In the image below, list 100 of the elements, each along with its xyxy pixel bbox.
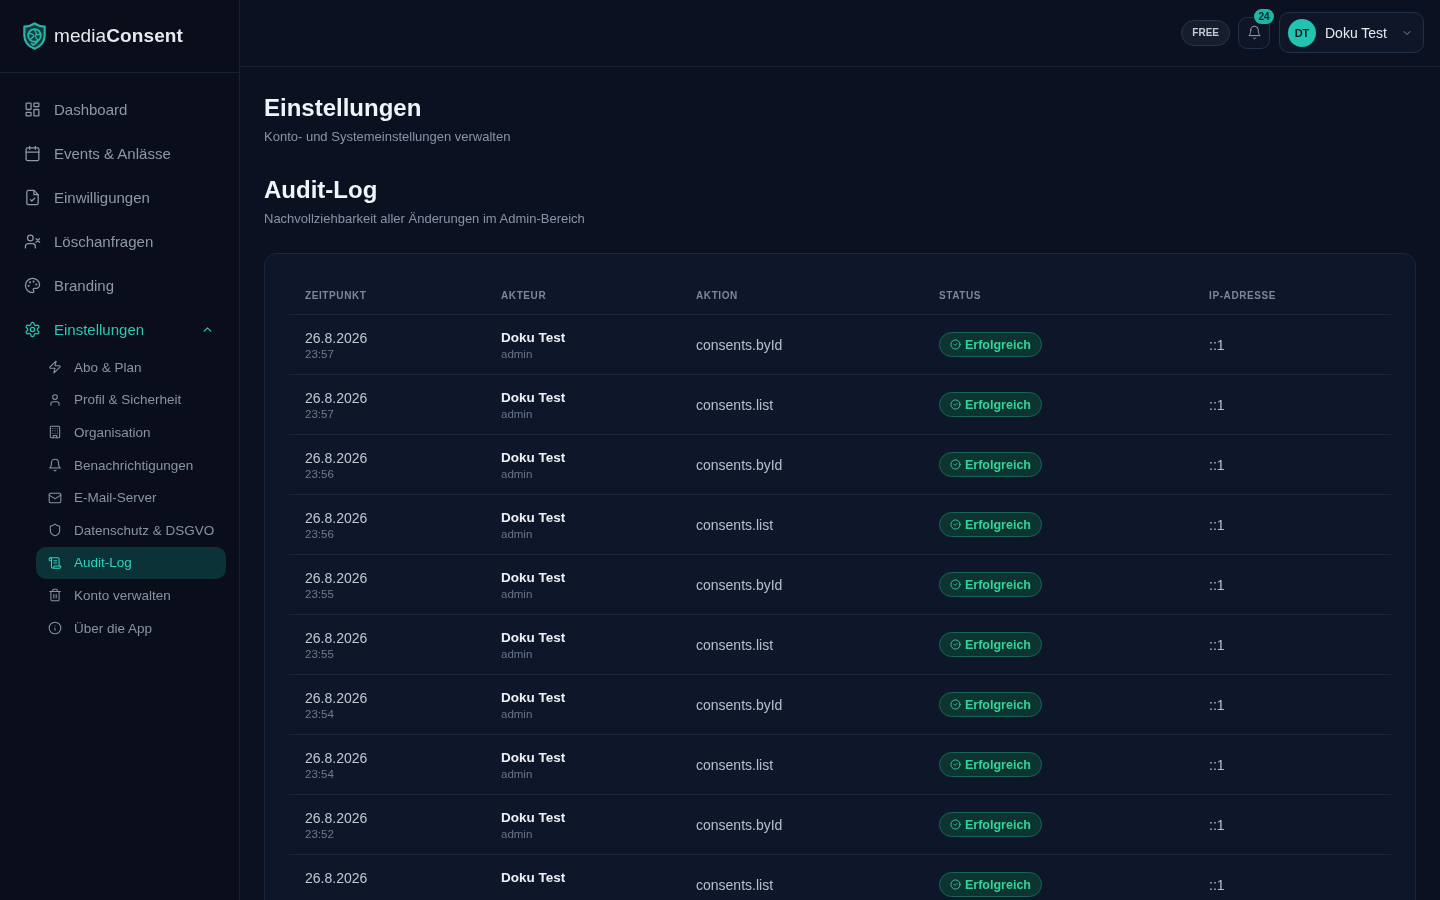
info-icon bbox=[48, 621, 62, 636]
nav-item[interactable]: Löschanfragen bbox=[0, 219, 239, 263]
sub-nav-item[interactable]: Datenschutz & DSGVO bbox=[36, 513, 226, 547]
time-text: 23:55 bbox=[305, 586, 334, 601]
date-text: 26.8.2026 bbox=[305, 448, 368, 467]
column-header: IP-ADRESSE bbox=[1208, 288, 1278, 303]
nav-item[interactable]: Branding bbox=[0, 263, 239, 307]
action-text: consents.byId bbox=[696, 336, 783, 353]
nav-item[interactable]: Einstellungen bbox=[0, 307, 239, 351]
time-text: 23:57 bbox=[305, 346, 334, 361]
actor-name: Doku Test bbox=[501, 748, 566, 767]
ip-address: ::1 bbox=[1209, 636, 1225, 653]
section-subtitle: Nachvollziehbarkeit aller Änderungen im Admin-Bereich bbox=[264, 211, 586, 227]
actor-role: admin bbox=[501, 646, 533, 661]
actor-role: admin bbox=[501, 466, 533, 481]
action-text: consents.byId bbox=[696, 576, 783, 593]
sub-nav-item[interactable]: Organisation bbox=[36, 416, 226, 449]
status-label: Erfolgreich bbox=[965, 397, 1031, 412]
status-label: Erfolgreich bbox=[965, 577, 1031, 592]
status-label: Erfolgreich bbox=[965, 457, 1031, 472]
document-check-icon bbox=[24, 188, 41, 206]
avatar: DT bbox=[1288, 18, 1316, 47]
actor-role: admin bbox=[501, 706, 533, 721]
actor-name: Doku Test bbox=[501, 328, 566, 347]
time-text: 23:54 bbox=[305, 766, 334, 781]
actor-name: Doku Test bbox=[501, 868, 566, 887]
logo-text: mediaConsent bbox=[54, 25, 183, 47]
actor-role: admin bbox=[501, 526, 533, 541]
check-circle-icon bbox=[950, 519, 961, 530]
nav-item[interactable]: Events & Anlässe bbox=[0, 131, 239, 175]
nav-item[interactable]: Einwilligungen bbox=[0, 175, 239, 219]
action-text: consents.list bbox=[696, 876, 774, 893]
ip-address: ::1 bbox=[1209, 576, 1225, 593]
sub-nav-item[interactable]: Abo & Plan bbox=[36, 351, 226, 384]
ip-address: ::1 bbox=[1209, 516, 1225, 533]
calendar-icon bbox=[24, 144, 41, 162]
time-text: 23:56 bbox=[305, 466, 334, 481]
date-text: 26.8.2026 bbox=[305, 388, 368, 407]
building-icon bbox=[48, 425, 62, 440]
column-header: AKTION bbox=[695, 288, 739, 303]
sub-nav-item[interactable]: Benachrichtigungen bbox=[36, 448, 226, 482]
time-text: 23:56 bbox=[305, 526, 334, 541]
sub-nav-item[interactable]: E-Mail-Server bbox=[36, 481, 226, 514]
column-header: STATUS bbox=[938, 288, 983, 303]
page-subtitle: Konto- und Systemeinstellungen verwalten bbox=[264, 129, 512, 145]
check-circle-icon bbox=[950, 579, 961, 590]
sub-nav-item[interactable]: Konto verwalten bbox=[36, 579, 226, 612]
action-text: consents.list bbox=[696, 516, 774, 533]
action-text: consents.list bbox=[696, 756, 774, 773]
ip-address: ::1 bbox=[1209, 456, 1225, 473]
sub-nav-item[interactable]: Profil & Sicherheit bbox=[36, 383, 226, 417]
time-text: 23:54 bbox=[305, 706, 334, 721]
action-text: consents.list bbox=[696, 396, 774, 413]
date-text: 26.8.2026 bbox=[305, 868, 368, 887]
check-circle-icon bbox=[950, 639, 961, 650]
actor-role: admin bbox=[501, 766, 533, 781]
date-text: 26.8.2026 bbox=[305, 688, 368, 707]
actor-name: Doku Test bbox=[501, 568, 566, 587]
date-text: 26.8.2026 bbox=[305, 508, 368, 527]
scroll-icon bbox=[48, 555, 62, 570]
ip-address: ::1 bbox=[1209, 876, 1225, 893]
time-text: 23:57 bbox=[305, 406, 334, 421]
envelope-icon bbox=[48, 490, 62, 505]
ip-address: ::1 bbox=[1209, 816, 1225, 833]
gear-icon bbox=[24, 320, 41, 338]
sub-nav-item[interactable]: Über die App bbox=[36, 611, 226, 645]
actor-name: Doku Test bbox=[501, 808, 566, 827]
plan-badge: FREE bbox=[1181, 19, 1230, 46]
actor-role: admin bbox=[501, 346, 533, 361]
check-circle-icon bbox=[950, 399, 961, 410]
shield-logo-icon bbox=[20, 20, 49, 52]
check-circle-icon bbox=[950, 819, 961, 830]
palette-icon bbox=[24, 276, 41, 294]
action-text: consents.list bbox=[696, 636, 774, 653]
person-icon bbox=[48, 392, 62, 407]
status-label: Erfolgreich bbox=[965, 637, 1031, 652]
time-text: 23:52 bbox=[305, 826, 334, 841]
action-text: consents.byId bbox=[696, 456, 783, 473]
ip-address: ::1 bbox=[1209, 336, 1225, 353]
section-title: Audit-Log bbox=[264, 175, 379, 205]
date-text: 26.8.2026 bbox=[305, 328, 368, 347]
check-circle-icon bbox=[950, 879, 961, 890]
actor-name: Doku Test bbox=[501, 448, 566, 467]
shield-icon bbox=[48, 523, 62, 538]
ip-address: ::1 bbox=[1209, 396, 1225, 413]
trash-icon bbox=[48, 588, 62, 603]
check-circle-icon bbox=[950, 459, 961, 470]
column-header: ZEITPUNKT bbox=[304, 288, 368, 303]
status-label: Erfolgreich bbox=[965, 697, 1031, 712]
date-text: 26.8.2026 bbox=[305, 808, 368, 827]
status-label: Erfolgreich bbox=[965, 517, 1031, 532]
check-circle-icon bbox=[950, 759, 961, 770]
user-menu-button[interactable]: DT Doku Test bbox=[1279, 12, 1424, 53]
nav-item[interactable]: Dashboard bbox=[0, 87, 239, 131]
notification-count: 24 bbox=[1254, 8, 1274, 24]
action-text: consents.byId bbox=[696, 696, 783, 713]
ip-address: ::1 bbox=[1209, 756, 1225, 773]
sub-nav-item[interactable]: Audit-Log bbox=[36, 546, 226, 580]
time-text: 23:55 bbox=[305, 646, 334, 661]
status-label: Erfolgreich bbox=[965, 817, 1031, 832]
